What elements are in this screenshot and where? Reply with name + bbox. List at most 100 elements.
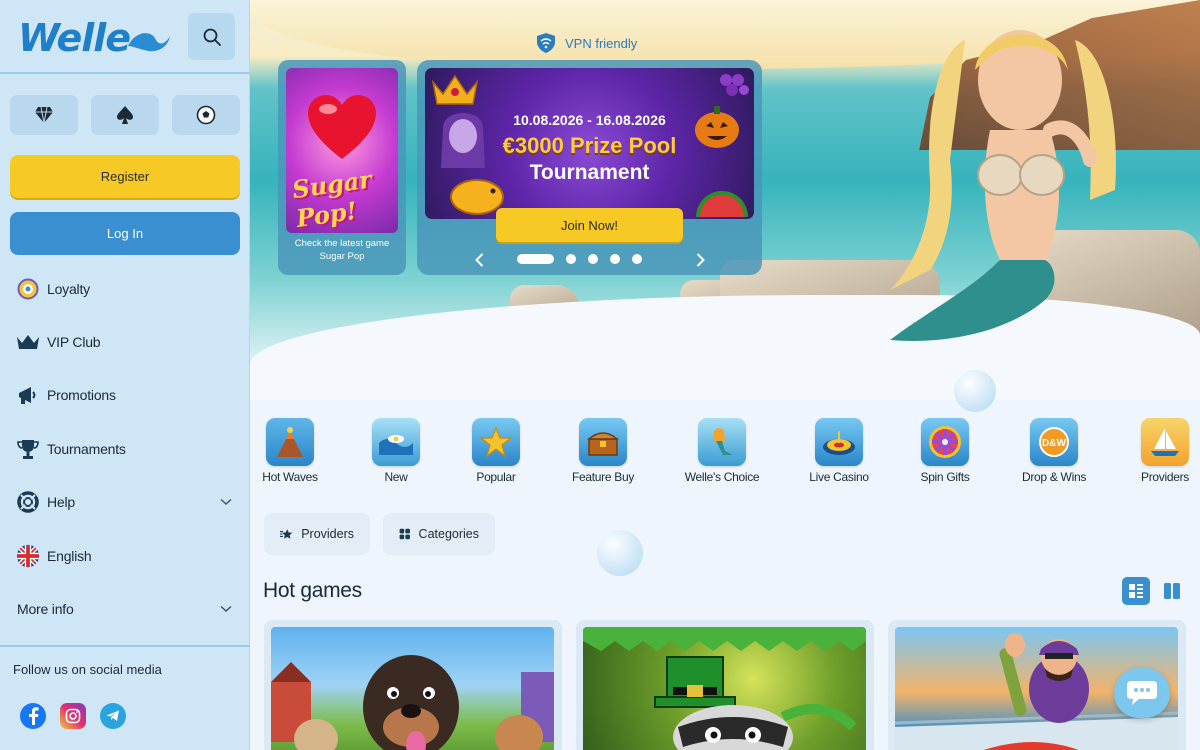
grid-view-button[interactable] xyxy=(1158,577,1186,605)
carousel-dot[interactable] xyxy=(588,254,598,264)
diamond-icon xyxy=(35,106,53,124)
sidebar-item-help[interactable]: Help xyxy=(0,476,250,529)
soccer-ball-icon xyxy=(196,105,216,125)
sugar-pop-thumbnail: Sugar Pop! xyxy=(286,68,398,233)
instagram-icon[interactable] xyxy=(60,703,86,729)
category-new[interactable]: New xyxy=(368,418,424,484)
carousel-next-button[interactable] xyxy=(690,250,710,270)
live-chat-button[interactable] xyxy=(1114,668,1170,718)
search-button[interactable] xyxy=(188,13,235,60)
category-live-casino[interactable]: Live Casino xyxy=(804,418,874,484)
carousel-dot[interactable] xyxy=(517,254,554,264)
dog-game-thumbnail xyxy=(271,627,554,750)
game-categories: Hot Waves New Popular Feature Buy Welle'… xyxy=(250,418,1200,488)
category-drop-and-wins[interactable]: D&W Drop & Wins xyxy=(1018,418,1090,484)
social-links xyxy=(20,703,126,729)
lifebuoy-icon xyxy=(16,490,40,514)
star-list-icon xyxy=(280,529,293,539)
sports-category-button[interactable] xyxy=(172,95,240,135)
follow-us-label: Follow us on social media xyxy=(13,662,162,677)
chevron-down-icon xyxy=(220,605,232,613)
leprechaun-raccoon-game-thumbnail xyxy=(583,627,866,750)
sidebar-item-tournaments[interactable]: Tournaments xyxy=(0,422,250,475)
tournament-title: Tournament xyxy=(529,161,650,184)
login-button[interactable]: Log In xyxy=(10,212,240,255)
star-icon xyxy=(472,418,520,466)
grapes-icon xyxy=(720,74,749,96)
category-label: Spin Gifts xyxy=(920,470,970,484)
logo-wave-icon xyxy=(128,33,170,52)
sidebar-item-label: Loyalty xyxy=(47,280,90,297)
category-hot-waves[interactable]: Hot Waves xyxy=(262,418,318,484)
telegram-icon[interactable] xyxy=(100,703,126,729)
casino-category-button[interactable] xyxy=(10,95,78,135)
sidebar-item-language[interactable]: English xyxy=(0,529,250,582)
category-label: Popular xyxy=(476,470,516,484)
megaphone-icon xyxy=(16,383,40,407)
game-card[interactable] xyxy=(576,620,874,750)
vpn-shield-icon xyxy=(537,33,555,53)
register-button[interactable]: Register xyxy=(10,155,240,198)
logo-row: Welle xyxy=(0,0,249,74)
sidebar-item-label: Help xyxy=(47,494,75,511)
category-feature-buy[interactable]: Feature Buy xyxy=(568,418,638,484)
chat-bubble-icon xyxy=(1127,681,1157,705)
join-now-button[interactable]: Join Now! xyxy=(496,208,683,242)
providers-filter-label: Providers xyxy=(301,527,354,541)
spade-icon xyxy=(117,106,133,124)
sidebar-item-more-info[interactable]: More info xyxy=(0,582,250,635)
category-label: New xyxy=(384,470,408,484)
carousel-dot[interactable] xyxy=(632,254,642,264)
wave-icon xyxy=(372,418,420,466)
logo[interactable]: Welle xyxy=(18,16,131,60)
game-card[interactable] xyxy=(264,620,562,750)
caption-line-1: Check the latest game xyxy=(294,238,390,249)
sidebar-item-promotions[interactable]: Promotions xyxy=(0,369,250,422)
search-icon xyxy=(203,28,221,46)
carousel-dot[interactable] xyxy=(610,254,620,264)
loyalty-badge-icon xyxy=(16,277,40,301)
carousel-controls xyxy=(417,250,762,270)
chevron-down-icon xyxy=(220,499,232,506)
mermaid-icon xyxy=(698,418,746,466)
categories-filter-button[interactable]: Categories xyxy=(383,513,495,555)
categories-filter-label: Categories xyxy=(418,527,479,541)
heart-candy-icon xyxy=(308,95,376,159)
latest-game-caption: Check the latest game Sugar Pop xyxy=(286,237,398,263)
section-title: Hot games xyxy=(263,579,362,602)
list-view-button[interactable] xyxy=(1122,577,1150,605)
mermaid-illustration xyxy=(890,30,1116,341)
category-providers[interactable]: Providers xyxy=(1135,418,1195,484)
treasure-chest-icon xyxy=(579,418,627,466)
volcano-icon xyxy=(266,418,314,466)
facebook-icon[interactable] xyxy=(20,703,46,729)
sidebar: Welle Register Log In Loyalty VIP Club P… xyxy=(0,0,250,750)
decorative-bubble xyxy=(597,530,643,576)
uk-flag-icon xyxy=(16,544,40,568)
category-label: Feature Buy xyxy=(571,470,635,484)
sidebar-item-loyalty[interactable]: Loyalty xyxy=(0,262,250,315)
sidebar-item-vip-club[interactable]: VIP Club xyxy=(0,315,250,368)
carousel-dot[interactable] xyxy=(566,254,576,264)
tournament-card: 10.08.2026 - 16.08.2026 €3000 Prize Pool… xyxy=(417,60,762,275)
vpn-friendly-label: VPN friendly xyxy=(565,35,638,51)
category-label: Welle's Choice xyxy=(684,470,760,484)
sidebar-item-label: Tournaments xyxy=(47,440,126,457)
category-popular[interactable]: Popular xyxy=(468,418,524,484)
category-spin-gifts[interactable]: Spin Gifts xyxy=(917,418,973,484)
latest-game-card[interactable]: Sugar Pop! Check the latest game Sugar P… xyxy=(278,60,406,275)
category-label: Providers xyxy=(1141,470,1189,484)
sidebar-category-row xyxy=(10,95,240,135)
category-welles-choice[interactable]: Welle's Choice xyxy=(682,418,762,484)
hero-banner: VPN friendly Sugar Pop! Check the latest… xyxy=(250,0,1200,400)
divider xyxy=(0,645,250,647)
caption-line-2: Sugar Pop xyxy=(319,251,365,262)
svg-text:D&W: D&W xyxy=(1042,438,1066,449)
tournament-prize: €3000 Prize Pool xyxy=(502,133,677,158)
cards-category-button[interactable] xyxy=(91,95,159,135)
providers-filter-button[interactable]: Providers xyxy=(264,513,370,555)
prize-wheel-icon xyxy=(921,418,969,466)
tournament-banner[interactable]: 10.08.2026 - 16.08.2026 €3000 Prize Pool… xyxy=(425,68,754,219)
roulette-icon xyxy=(815,418,863,466)
carousel-prev-button[interactable] xyxy=(469,250,489,270)
